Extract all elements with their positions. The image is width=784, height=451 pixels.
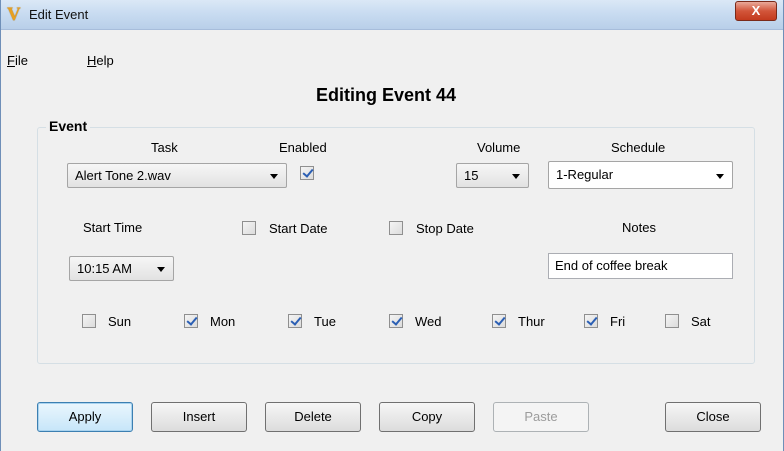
schedule-label: Schedule bbox=[611, 140, 666, 155]
day-mon-checkbox[interactable] bbox=[184, 314, 198, 328]
day-sat-label: Sat bbox=[691, 314, 711, 329]
start-time-select[interactable]: 10:15 AM bbox=[69, 256, 174, 281]
task-label: Task bbox=[151, 140, 178, 155]
day-fri-checkbox[interactable] bbox=[584, 314, 598, 328]
day-fri-label: Fri bbox=[610, 314, 626, 329]
task-select[interactable]: Alert Tone 2.wav bbox=[67, 163, 287, 188]
start-date-checkbox[interactable] bbox=[242, 221, 256, 235]
enabled-checkbox[interactable] bbox=[300, 166, 314, 180]
app-logo-icon: V bbox=[7, 4, 21, 25]
event-group-title: Event bbox=[46, 118, 91, 134]
copy-button[interactable]: Copy bbox=[379, 402, 475, 432]
page-title: Editing Event 44 bbox=[315, 85, 457, 105]
schedule-select[interactable]: 1-Regular bbox=[548, 161, 733, 189]
menu-help[interactable]: Help bbox=[87, 53, 114, 68]
close-button[interactable]: Close bbox=[665, 402, 761, 432]
chevron-down-icon bbox=[716, 174, 724, 179]
day-sat-checkbox[interactable] bbox=[665, 314, 679, 328]
chevron-down-icon bbox=[512, 174, 520, 179]
task-select-value: Alert Tone 2.wav bbox=[75, 168, 171, 183]
volume-select-value: 15 bbox=[464, 168, 479, 183]
day-thur-checkbox[interactable] bbox=[492, 314, 506, 328]
menu-help-rest: elp bbox=[96, 53, 114, 68]
chevron-down-icon bbox=[270, 174, 278, 179]
day-tue-label: Tue bbox=[314, 314, 336, 329]
day-wed-label: Wed bbox=[415, 314, 442, 329]
menu-file[interactable]: File bbox=[7, 53, 28, 68]
day-thur-label: Thur bbox=[518, 314, 545, 329]
volume-select[interactable]: 15 bbox=[456, 163, 529, 188]
volume-label: Volume bbox=[477, 140, 521, 155]
menu-bar-area bbox=[1, 30, 783, 50]
day-mon-label: Mon bbox=[210, 314, 236, 329]
apply-button[interactable]: Apply bbox=[37, 402, 133, 432]
insert-button[interactable]: Insert bbox=[151, 402, 247, 432]
title-bar[interactable]: V Edit Event X bbox=[1, 0, 783, 30]
day-sun-checkbox[interactable] bbox=[82, 314, 96, 328]
notes-field[interactable]: End of coffee break bbox=[548, 253, 733, 279]
window-title: Edit Event bbox=[29, 7, 89, 22]
chevron-down-icon bbox=[157, 267, 165, 272]
delete-button[interactable]: Delete bbox=[265, 402, 361, 432]
day-wed-checkbox[interactable] bbox=[389, 314, 403, 328]
menu-file-mnemonic: F bbox=[7, 53, 15, 68]
stop-date-label: Stop Date bbox=[416, 221, 474, 236]
stop-date-checkbox[interactable] bbox=[389, 221, 403, 235]
start-date-label: Start Date bbox=[269, 221, 328, 236]
edit-event-window: V Edit Event X File Help Editing Event 4… bbox=[0, 0, 784, 451]
notes-label: Notes bbox=[622, 220, 656, 235]
day-tue-checkbox[interactable] bbox=[288, 314, 302, 328]
day-sun-label: Sun bbox=[108, 314, 132, 329]
paste-button: Paste bbox=[493, 402, 589, 432]
menu-file-rest: ile bbox=[14, 53, 28, 68]
schedule-select-value: 1-Regular bbox=[556, 167, 614, 182]
menu-help-mnemonic: H bbox=[87, 53, 97, 68]
notes-field-value: End of coffee break bbox=[555, 258, 668, 273]
start-time-select-value: 10:15 AM bbox=[77, 261, 132, 276]
window-close-button[interactable]: X bbox=[735, 1, 777, 21]
enabled-label: Enabled bbox=[279, 140, 327, 155]
start-time-label: Start Time bbox=[83, 220, 143, 235]
